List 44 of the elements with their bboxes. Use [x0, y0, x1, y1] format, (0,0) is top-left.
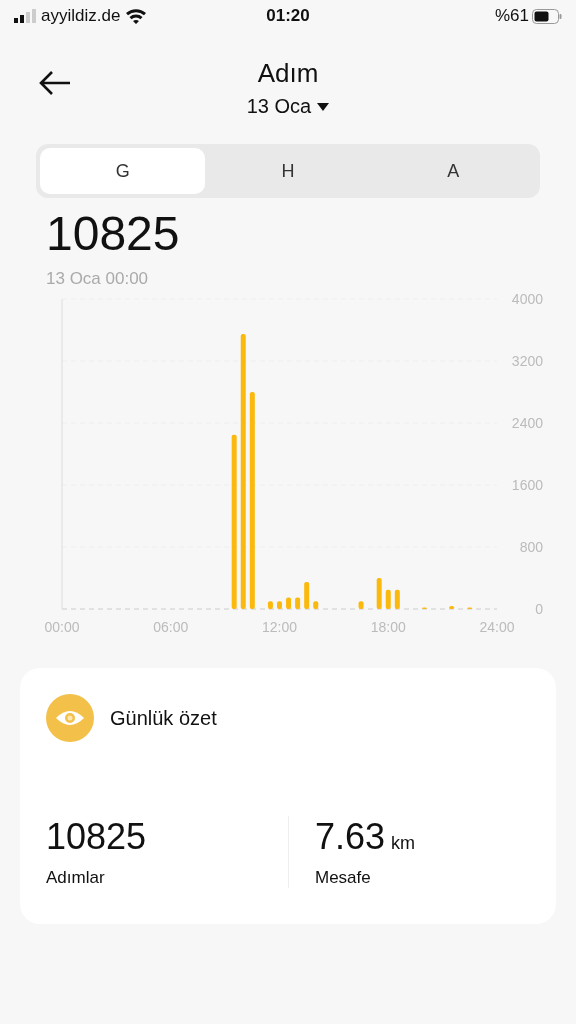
wifi-icon	[125, 8, 148, 24]
x-tick-label: 00:00	[44, 619, 80, 635]
x-tick-label: 24:00	[479, 619, 515, 635]
y-tick-label: 0	[535, 601, 543, 617]
chart-bar	[267, 601, 273, 609]
chart-bar	[313, 601, 319, 609]
chart-bar	[286, 597, 292, 609]
eye-icon	[46, 694, 94, 742]
y-tick-label: 3200	[511, 353, 543, 369]
period-tab[interactable]: A	[370, 148, 536, 194]
caret-icon	[317, 102, 330, 111]
chart-bar	[358, 601, 364, 609]
page-title: Adım	[257, 58, 319, 89]
battery-icon	[532, 8, 562, 24]
timestamp: 13 Oca 00:00	[46, 269, 150, 289]
chart-bar	[376, 578, 382, 609]
step-total: 10825	[46, 206, 181, 261]
stat-unit: km	[391, 833, 416, 854]
chart-bar	[304, 581, 310, 609]
carrier-name: ayyildiz.de	[41, 6, 121, 26]
chart-bar	[385, 589, 391, 609]
battery-percent: %61	[495, 6, 529, 26]
stat-value: 7.63	[315, 816, 386, 858]
period-tab[interactable]: H	[205, 148, 371, 194]
stat-value: 10825	[46, 816, 147, 858]
stat-label: Mesafe	[315, 868, 372, 888]
clock-time: 01:20	[266, 6, 310, 25]
chart-bar	[295, 597, 301, 609]
y-tick-label: 4000	[511, 291, 543, 307]
card-title: Günlük özet	[110, 706, 217, 730]
stat-label: Adımlar	[46, 868, 106, 888]
x-tick-label: 06:00	[153, 619, 189, 635]
back-button[interactable]	[38, 70, 72, 96]
x-tick-label: 12:00	[262, 619, 297, 635]
date-selector[interactable]: 13 Oca	[246, 95, 330, 118]
x-tick-label: 18:00	[370, 619, 406, 635]
chart-bar	[277, 601, 282, 609]
y-tick-label: 2400	[511, 415, 543, 431]
y-tick-label: 800	[519, 539, 543, 555]
chart-bar	[394, 589, 400, 609]
signal-icon	[14, 9, 36, 23]
y-tick-label: 1600	[511, 477, 543, 493]
period-tab[interactable]: G	[40, 148, 206, 194]
chart-bar	[449, 605, 455, 609]
